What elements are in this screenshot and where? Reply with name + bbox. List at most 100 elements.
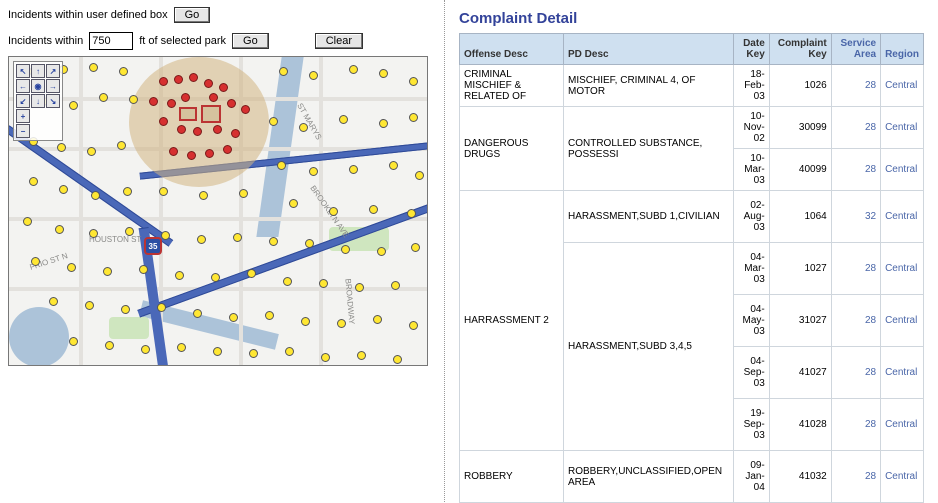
incident-dot[interactable] — [139, 265, 148, 274]
incident-dot[interactable] — [393, 355, 402, 364]
map-viewport[interactable]: 35 FRIO ST N BROOKLYN AVE BROADWAY HOUST… — [8, 56, 428, 366]
distance-input[interactable] — [89, 32, 133, 50]
incident-dot[interactable] — [309, 167, 318, 176]
incident-dot[interactable] — [117, 141, 126, 150]
incident-dot[interactable] — [249, 349, 258, 358]
incident-dot[interactable] — [265, 311, 274, 320]
incident-dot[interactable] — [305, 239, 314, 248]
pan-sw-button[interactable]: ↙ — [16, 94, 30, 108]
incident-dot[interactable] — [301, 317, 310, 326]
pan-home-button[interactable]: ◉ — [31, 79, 45, 93]
incident-dot[interactable] — [409, 113, 418, 122]
clear-button[interactable]: Clear — [315, 33, 363, 49]
zoom-out-button[interactable]: − — [16, 124, 30, 138]
incident-dot[interactable] — [89, 63, 98, 72]
incident-dot[interactable] — [369, 205, 378, 214]
incident-dot[interactable] — [213, 347, 222, 356]
incident-dot[interactable] — [247, 269, 256, 278]
col-complaint[interactable]: Complaint Key — [769, 34, 831, 65]
incident-dot[interactable] — [91, 191, 100, 200]
incident-dot[interactable] — [349, 65, 358, 74]
incident-dot[interactable] — [199, 191, 208, 200]
incident-dot[interactable] — [29, 177, 38, 186]
incident-dot[interactable] — [283, 277, 292, 286]
incident-dot[interactable] — [161, 231, 170, 240]
col-region[interactable]: Region — [881, 34, 924, 65]
incident-dot[interactable] — [123, 187, 132, 196]
service-area-link[interactable]: 28 — [865, 122, 876, 133]
pan-w-button[interactable]: ← — [16, 79, 30, 93]
pan-e-button[interactable]: → — [46, 79, 60, 93]
incident-dot[interactable] — [409, 77, 418, 86]
incident-dot[interactable] — [355, 283, 364, 292]
go-box-button[interactable]: Go — [174, 7, 211, 23]
incident-dot[interactable] — [411, 243, 420, 252]
incident-dot[interactable] — [321, 353, 330, 362]
incident-dot[interactable] — [177, 343, 186, 352]
incident-dot[interactable] — [55, 225, 64, 234]
incident-dot[interactable] — [341, 245, 350, 254]
incident-dot[interactable] — [337, 319, 346, 328]
region-link[interactable]: Central — [885, 211, 917, 222]
incident-dot[interactable] — [379, 69, 388, 78]
pan-n-button[interactable]: ↑ — [31, 64, 45, 78]
region-link[interactable]: Central — [885, 315, 917, 326]
incident-dot[interactable] — [49, 297, 58, 306]
incident-dot[interactable] — [193, 309, 202, 318]
incident-dot[interactable] — [373, 315, 382, 324]
pan-se-button[interactable]: ↘ — [46, 94, 60, 108]
region-link[interactable]: Central — [885, 122, 917, 133]
region-link[interactable]: Central — [885, 164, 917, 175]
incident-dot[interactable] — [309, 71, 318, 80]
incident-dot[interactable] — [407, 209, 416, 218]
incident-dot[interactable] — [141, 345, 150, 354]
incident-dot[interactable] — [357, 351, 366, 360]
pan-ne-button[interactable]: ↗ — [46, 64, 60, 78]
incident-dot[interactable] — [119, 67, 128, 76]
incident-dot[interactable] — [99, 93, 108, 102]
incident-dot[interactable] — [31, 257, 40, 266]
incident-dot[interactable] — [87, 147, 96, 156]
incident-dot[interactable] — [269, 117, 278, 126]
service-area-link[interactable]: 32 — [865, 211, 876, 222]
incident-dot[interactable] — [339, 115, 348, 124]
zoom-in-button[interactable]: + — [16, 109, 30, 123]
col-area[interactable]: Service Area — [831, 34, 880, 65]
incident-dot[interactable] — [159, 187, 168, 196]
region-link[interactable]: Central — [885, 419, 917, 430]
incident-dot[interactable] — [23, 217, 32, 226]
incident-dot[interactable] — [349, 165, 358, 174]
incident-dot[interactable] — [233, 233, 242, 242]
service-area-link[interactable]: 28 — [865, 164, 876, 175]
incident-dot[interactable] — [57, 143, 66, 152]
incident-dot[interactable] — [415, 171, 424, 180]
incident-dot[interactable] — [175, 271, 184, 280]
incident-dot[interactable] — [319, 279, 328, 288]
incident-dot[interactable] — [229, 313, 238, 322]
service-area-link[interactable]: 28 — [865, 263, 876, 274]
region-link[interactable]: Central — [885, 471, 917, 482]
service-area-link[interactable]: 28 — [865, 315, 876, 326]
incident-dot[interactable] — [379, 119, 388, 128]
incident-dot[interactable] — [129, 95, 138, 104]
region-link[interactable]: Central — [885, 367, 917, 378]
incident-dot[interactable] — [377, 247, 386, 256]
service-area-link[interactable]: 28 — [865, 367, 876, 378]
incident-dot[interactable] — [67, 263, 76, 272]
col-date[interactable]: Date Key — [733, 34, 769, 65]
incident-dot[interactable] — [279, 67, 288, 76]
col-offense[interactable]: Offense Desc — [460, 34, 564, 65]
incident-dot[interactable] — [69, 337, 78, 346]
incident-dot[interactable] — [157, 303, 166, 312]
incident-dot[interactable] — [269, 237, 278, 246]
incident-dot[interactable] — [329, 207, 338, 216]
region-link[interactable]: Central — [885, 80, 917, 91]
incident-dot[interactable] — [89, 229, 98, 238]
incident-dot[interactable] — [299, 123, 308, 132]
pan-s-button[interactable]: ↓ — [31, 94, 45, 108]
incident-dot[interactable] — [59, 185, 68, 194]
incident-dot[interactable] — [389, 161, 398, 170]
incident-dot[interactable] — [391, 281, 400, 290]
incident-dot[interactable] — [197, 235, 206, 244]
incident-dot[interactable] — [69, 101, 78, 110]
